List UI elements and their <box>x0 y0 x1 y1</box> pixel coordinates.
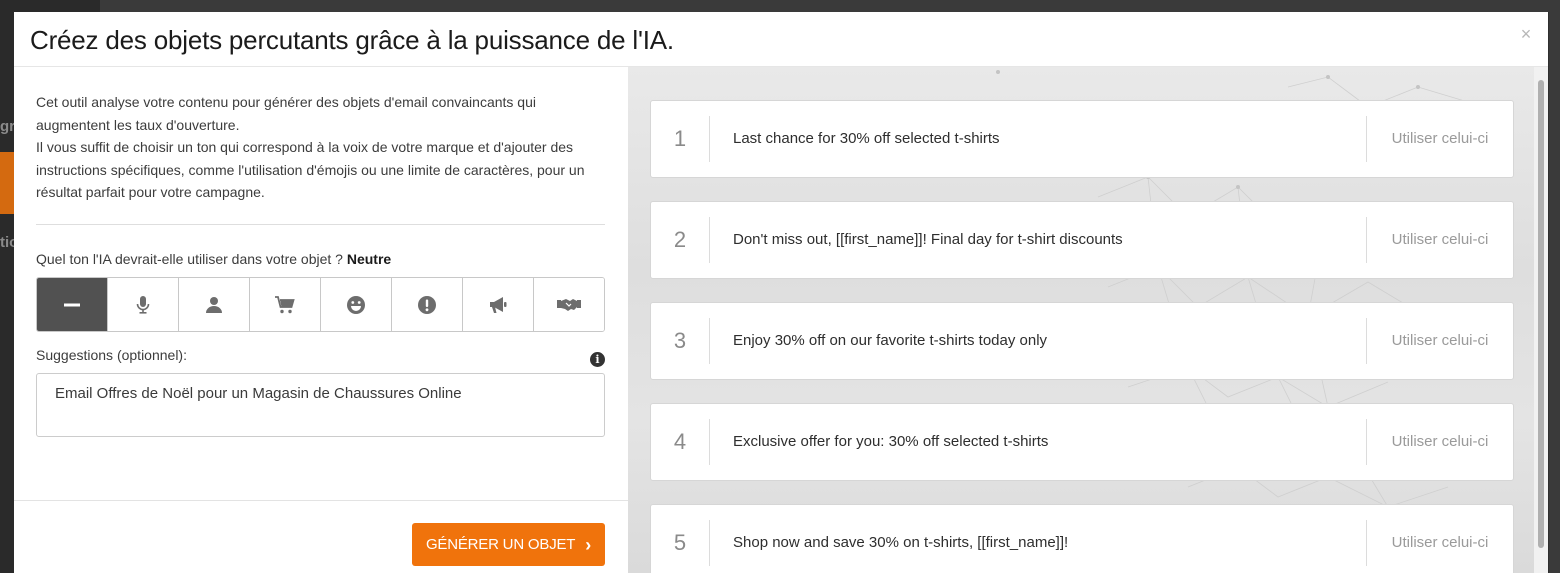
tone-question-text: Quel ton l'IA devrait-elle utiliser dans… <box>36 251 343 267</box>
megaphone-icon <box>488 296 508 314</box>
subject-result-card: 5 Shop now and save 30% on t-shirts, [[f… <box>650 504 1514 573</box>
generate-button-label: GÉNÉRER UN OBJET <box>425 536 576 553</box>
result-number: 4 <box>673 429 687 454</box>
tone-selected-value: Neutre <box>346 251 392 267</box>
divider <box>709 116 710 162</box>
settings-panel: Cet outil analyse votre contenu pour gén… <box>14 67 628 573</box>
use-this-button[interactable]: Utiliser celui-ci <box>1367 101 1513 177</box>
use-this-button[interactable]: Utiliser celui-ci <box>1367 404 1513 480</box>
handshake-icon <box>557 297 581 313</box>
divider <box>709 217 710 263</box>
result-subject-text: Don't miss out, [[first_name]]! Final da… <box>733 231 1123 248</box>
tone-personal-button[interactable] <box>178 278 249 331</box>
divider <box>709 419 710 465</box>
exclamation-icon <box>417 295 437 315</box>
microphone-icon <box>136 295 150 315</box>
results-scrollbar-thumb[interactable] <box>1538 80 1544 548</box>
result-number: 1 <box>673 126 687 151</box>
modal-header: Créez des objets percutants grâce à la p… <box>14 12 1548 67</box>
result-subject-text: Shop now and save 30% on t-shirts, [[fir… <box>733 534 1069 551</box>
subject-result-card: 4 Exclusive offer for you: 30% off selec… <box>650 403 1514 481</box>
close-button[interactable]: × <box>1518 24 1534 44</box>
description-paragraph: Cet outil analyse votre contenu pour gén… <box>36 94 536 133</box>
background-text-fragment: gr <box>0 118 15 135</box>
divider <box>709 318 710 364</box>
modal-title: Créez des objets percutants grâce à la p… <box>30 25 674 55</box>
result-number: 5 <box>673 530 687 555</box>
divider <box>36 224 605 225</box>
divider <box>709 520 710 566</box>
tone-neutral-button[interactable] <box>37 278 107 331</box>
background-right-edge <box>1549 0 1560 573</box>
description-paragraph: Il vous suffit de choisir un ton qui cor… <box>36 139 585 200</box>
tone-voice-button[interactable] <box>107 278 178 331</box>
minus-icon <box>63 296 81 314</box>
background-orange-block <box>0 152 14 214</box>
subject-result-card: 3 Enjoy 30% off on our favorite t-shirts… <box>650 302 1514 380</box>
use-this-button[interactable]: Utiliser celui-ci <box>1367 202 1513 278</box>
tone-announcement-button[interactable] <box>462 278 533 331</box>
background-topbar <box>0 0 1560 12</box>
subject-result-card: 2 Don't miss out, [[first_name]]! Final … <box>650 201 1514 279</box>
tone-selector <box>36 277 605 332</box>
cart-icon <box>275 295 295 314</box>
generate-subject-button[interactable]: GÉNÉRER UN OBJET › <box>412 523 605 566</box>
result-subject-text: Enjoy 30% off on our favorite t-shirts t… <box>733 332 1048 349</box>
result-number: 2 <box>673 227 687 252</box>
result-number: 3 <box>673 328 687 353</box>
result-subject-text: Last chance for 30% off selected t-shirt… <box>733 130 1000 147</box>
smile-icon <box>346 295 366 315</box>
tone-friendly-button[interactable] <box>320 278 391 331</box>
subject-generator-modal: Créez des objets percutants grâce à la p… <box>14 12 1548 573</box>
tone-question: Quel ton l'IA devrait-elle utiliser dans… <box>36 251 391 267</box>
footer-divider <box>14 500 628 501</box>
suggestions-input[interactable]: Email Offres de Noël pour un Magasin de … <box>36 373 605 437</box>
chevron-right-icon: › <box>585 534 592 555</box>
subject-result-card: 1 Last chance for 30% off selected t-shi… <box>650 100 1514 178</box>
results-panel: 1 Last chance for 30% off selected t-shi… <box>628 67 1534 573</box>
use-this-button[interactable]: Utiliser celui-ci <box>1367 505 1513 573</box>
tone-professional-button[interactable] <box>533 278 604 331</box>
tool-description: Cet outil analyse votre contenu pour gén… <box>36 91 611 204</box>
tone-urgent-button[interactable] <box>391 278 462 331</box>
person-icon <box>205 296 223 314</box>
tone-commercial-button[interactable] <box>249 278 320 331</box>
info-icon[interactable]: i <box>590 352 605 367</box>
result-subject-text: Exclusive offer for you: 30% off selecte… <box>733 433 1049 450</box>
use-this-button[interactable]: Utiliser celui-ci <box>1367 303 1513 379</box>
suggestions-label: Suggestions (optionnel): <box>36 347 187 363</box>
